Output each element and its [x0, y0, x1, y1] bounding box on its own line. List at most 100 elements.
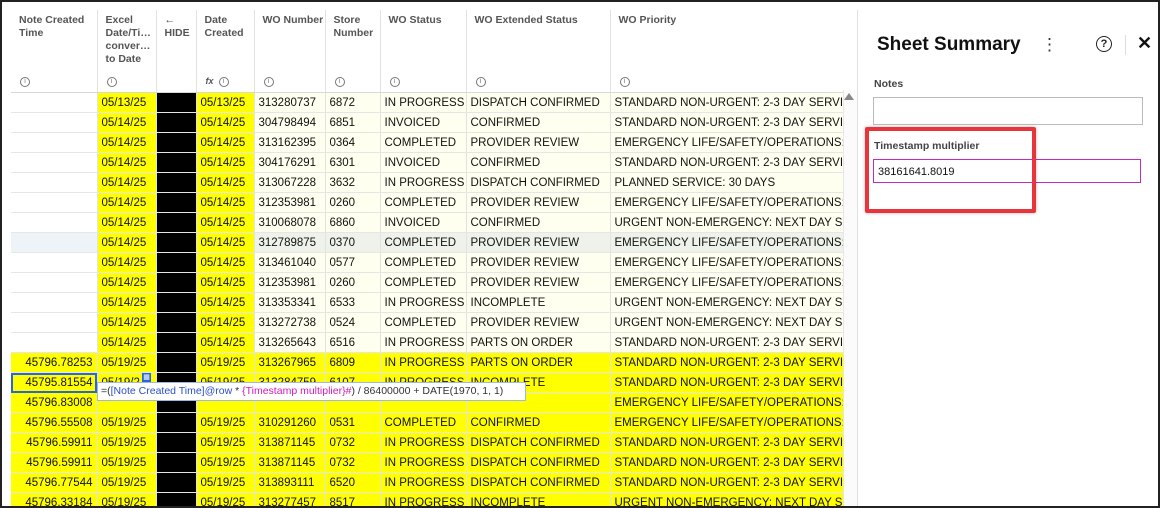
- table-cell[interactable]: [156, 492, 197, 506]
- table-cell[interactable]: 05/14/25: [196, 312, 255, 333]
- table-row[interactable]: 45796.59911 05/19/25 05/19/25 313871145 0732…: [11, 452, 857, 473]
- table-cell[interactable]: [156, 212, 197, 233]
- notes-field[interactable]: [873, 97, 1143, 125]
- table-cell[interactable]: 05/19/25: [196, 352, 255, 373]
- table-row[interactable]: 45796.33184 05/19/25 05/19/25 313277457 8517…: [11, 492, 857, 506]
- table-cell[interactable]: STANDARD NON-URGENT: 2-3 DAY SERVICE: [610, 372, 857, 393]
- table-cell[interactable]: 312353981: [254, 272, 326, 293]
- table-cell[interactable]: 05/19/25: [97, 352, 157, 373]
- table-cell[interactable]: CONFIRMED: [466, 212, 611, 233]
- table-cell[interactable]: 45796.83008: [11, 392, 98, 413]
- column-info-icon[interactable]: i: [334, 77, 345, 87]
- table-cell[interactable]: 313162395: [254, 132, 326, 153]
- table-cell[interactable]: 05/19/25: [97, 432, 157, 453]
- table-cell[interactable]: CONFIRMED: [466, 152, 611, 173]
- table-cell[interactable]: URGENT NON-EMERGENCY: NEXT DAY SER: [610, 492, 857, 506]
- table-cell[interactable]: 45796.33184: [11, 492, 98, 506]
- table-cell[interactable]: PROVIDER REVIEW: [466, 192, 611, 213]
- table-cell[interactable]: [11, 192, 98, 213]
- table-cell[interactable]: 0260: [325, 192, 381, 213]
- table-cell[interactable]: EMERGENCY LIFE/SAFETY/OPERATIONS: SA: [610, 192, 857, 213]
- table-cell[interactable]: INCOMPLETE: [466, 292, 611, 313]
- column-header[interactable]: Excel Date/Ti… conver… to Date i: [97, 10, 157, 93]
- table-cell[interactable]: 05/19/25: [196, 472, 255, 493]
- table-cell[interactable]: IN PROGRESS: [380, 352, 467, 373]
- table-row[interactable]: 45796.55508 05/19/25 05/19/25 310291260 0531…: [11, 412, 857, 433]
- table-cell[interactable]: [156, 192, 197, 213]
- table-cell[interactable]: [11, 212, 98, 233]
- table-cell[interactable]: STANDARD NON-URGENT: 2-3 DAY SERVICE: [610, 432, 857, 453]
- table-row[interactable]: 05/14/25 05/14/25 313162395 0364 COMPLETED PR…: [11, 132, 857, 153]
- column-header[interactable]: WO Priority i: [610, 10, 857, 93]
- table-cell[interactable]: 0260: [325, 272, 381, 293]
- table-cell[interactable]: 6872: [325, 92, 381, 113]
- table-cell[interactable]: STANDARD NON-URGENT: 2-3 DAY SERVICE: [610, 352, 857, 373]
- table-cell[interactable]: 312789875: [254, 232, 326, 253]
- table-cell[interactable]: STANDARD NON-URGENT: 2-3 DAY SERVICE: [610, 472, 857, 493]
- table-cell[interactable]: 45796.78253: [11, 352, 98, 373]
- table-cell[interactable]: IN PROGRESS: [380, 432, 467, 453]
- table-row[interactable]: 05/14/25 05/14/25 304798494 6851 INVOICED CON…: [11, 112, 857, 133]
- table-cell[interactable]: URGENT NON-EMERGENCY: NEXT DAY SER: [610, 212, 857, 233]
- table-cell[interactable]: 313280737: [254, 92, 326, 113]
- table-cell[interactable]: [156, 232, 197, 253]
- column-info-icon[interactable]: i: [218, 77, 229, 87]
- table-cell[interactable]: 05/19/25: [196, 452, 255, 473]
- table-cell[interactable]: [11, 292, 98, 313]
- table-cell[interactable]: PROVIDER REVIEW: [466, 232, 611, 253]
- table-row[interactable]: 05/14/25 05/14/25 312353981 0260 COMPLETED PR…: [11, 272, 857, 293]
- table-cell[interactable]: DISPATCH CONFIRMED: [466, 92, 611, 113]
- table-cell[interactable]: 6851: [325, 112, 381, 133]
- table-cell[interactable]: 45796.77544: [11, 472, 98, 493]
- table-cell[interactable]: EMERGENCY LIFE/SAFETY/OPERATIONS: SA: [610, 392, 857, 413]
- table-cell[interactable]: URGENT NON-EMERGENCY: NEXT DAY SER: [610, 292, 857, 313]
- table-cell[interactable]: PROVIDER REVIEW: [466, 312, 611, 333]
- table-cell[interactable]: DISPATCH CONFIRMED: [466, 172, 611, 193]
- formula-editor[interactable]: =([Note Created Time]@row * {Timestamp m…: [97, 382, 526, 401]
- table-cell[interactable]: [156, 152, 197, 173]
- table-cell[interactable]: 313265643: [254, 332, 326, 353]
- table-cell[interactable]: [156, 332, 197, 353]
- table-cell[interactable]: 6860: [325, 212, 381, 233]
- table-cell[interactable]: 05/13/25: [196, 92, 255, 113]
- table-cell[interactable]: 310068078: [254, 212, 326, 233]
- table-cell[interactable]: INVOICED: [380, 152, 467, 173]
- table-cell[interactable]: [156, 472, 197, 493]
- table-cell[interactable]: 05/13/25: [97, 92, 157, 113]
- table-cell[interactable]: [156, 92, 197, 113]
- table-cell[interactable]: [11, 132, 98, 153]
- table-cell[interactable]: [156, 272, 197, 293]
- table-cell[interactable]: 6533: [325, 292, 381, 313]
- table-row[interactable]: 05/14/25 05/14/25 313353341 6533 IN PROGRESS…: [11, 292, 857, 313]
- table-cell[interactable]: 05/14/25: [196, 292, 255, 313]
- table-cell[interactable]: [11, 232, 98, 253]
- table-cell[interactable]: [11, 152, 98, 173]
- table-cell[interactable]: 6809: [325, 352, 381, 373]
- table-cell[interactable]: 304798494: [254, 112, 326, 133]
- table-cell[interactable]: IN PROGRESS: [380, 472, 467, 493]
- table-cell[interactable]: COMPLETED: [380, 192, 467, 213]
- table-cell[interactable]: [156, 432, 197, 453]
- table-cell[interactable]: 05/14/25: [196, 172, 255, 193]
- table-row[interactable]: 05/13/25 05/13/25 313280737 6872 IN PROGRESS…: [11, 92, 857, 113]
- table-cell[interactable]: 05/19/25: [196, 492, 255, 506]
- column-header[interactable]: WO Extended Status i: [466, 10, 611, 93]
- table-cell[interactable]: COMPLETED: [380, 132, 467, 153]
- column-header[interactable]: ← HIDE: [156, 10, 197, 93]
- table-cell[interactable]: COMPLETED: [380, 232, 467, 253]
- table-cell[interactable]: 313461040: [254, 252, 326, 273]
- table-cell[interactable]: PARTS ON ORDER: [466, 332, 611, 353]
- table-cell[interactable]: 05/14/25: [196, 132, 255, 153]
- table-cell[interactable]: 304176291: [254, 152, 326, 173]
- table-row[interactable]: 45796.77544 05/19/25 05/19/25 313893111 6520…: [11, 472, 857, 493]
- table-cell[interactable]: 8517: [325, 492, 381, 506]
- table-row[interactable]: 45796.59911 05/19/25 05/19/25 313871145 0732…: [11, 432, 857, 453]
- table-cell[interactable]: 313353341: [254, 292, 326, 313]
- table-cell[interactable]: 05/14/25: [97, 132, 157, 153]
- table-cell[interactable]: 05/14/25: [97, 212, 157, 233]
- table-cell[interactable]: 313067228: [254, 172, 326, 193]
- table-cell[interactable]: 313893111: [254, 472, 326, 493]
- table-cell[interactable]: STANDARD NON-URGENT: 2-3 DAY SERVICE: [610, 452, 857, 473]
- table-cell[interactable]: [156, 352, 197, 373]
- scroll-up-arrow-icon[interactable]: [844, 93, 854, 100]
